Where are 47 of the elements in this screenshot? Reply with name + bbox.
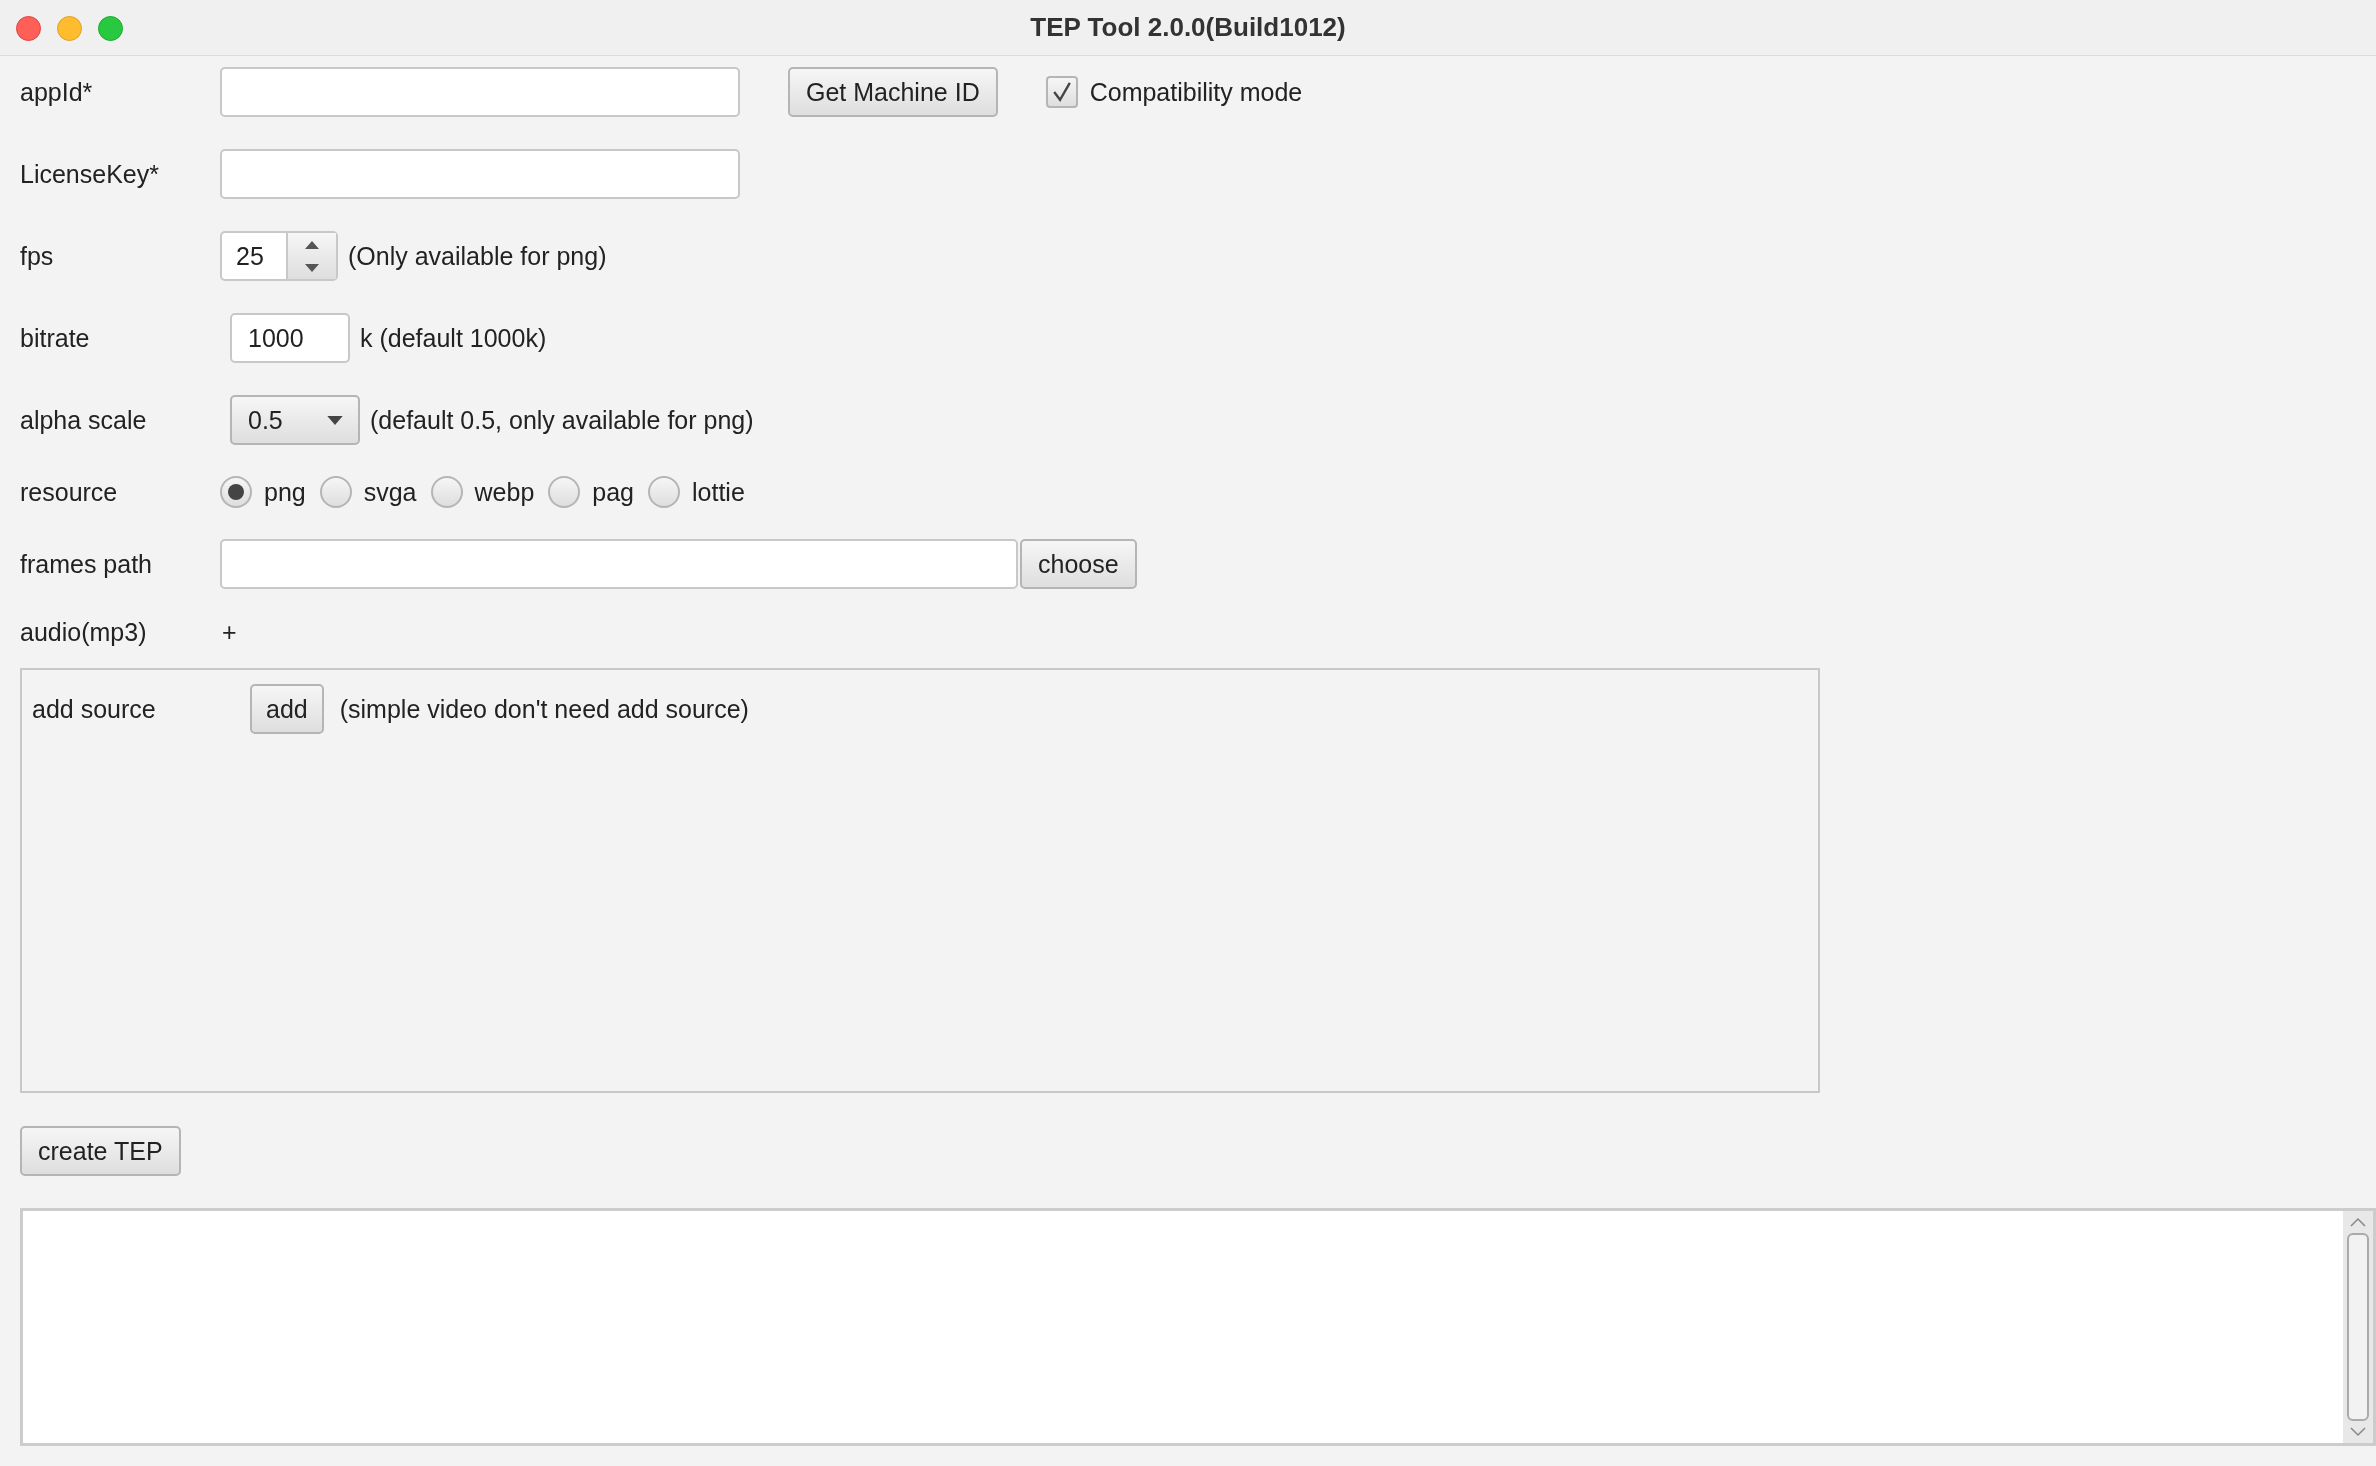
hint-text: k (default 1000k) — [360, 323, 547, 353]
caret-icon — [326, 414, 344, 426]
scroll-down-icon[interactable] — [2350, 1427, 2366, 1437]
checkbox-label: Compatibility mode — [1089, 77, 1303, 107]
field-label: bitrate — [20, 323, 91, 353]
checkbox[interactable] — [1045, 76, 1078, 108]
radio-option[interactable]: lottie — [648, 476, 745, 508]
radio-button[interactable] — [220, 476, 252, 508]
field-label: frames path — [20, 549, 153, 579]
field-label: appId* — [20, 77, 94, 107]
radio-button[interactable] — [548, 476, 581, 508]
hint-text: (simple video don't need add source) — [339, 694, 749, 724]
create-tep-button[interactable]: create TEP — [20, 1126, 181, 1176]
close-icon[interactable] — [16, 16, 41, 41]
up-arrow-icon[interactable] — [304, 239, 320, 250]
radio-option[interactable]: pag — [548, 476, 634, 508]
minimize-icon[interactable] — [57, 16, 82, 41]
zoom-icon[interactable] — [98, 16, 123, 41]
field-label: add source — [32, 694, 157, 724]
input-field[interactable] — [220, 67, 740, 117]
dropdown[interactable]: 0.5 — [230, 395, 360, 445]
field-label: fps — [20, 241, 55, 271]
radio-button[interactable] — [648, 476, 680, 508]
choose-button[interactable]: choose — [1020, 539, 1137, 589]
field-label: LicenseKey* — [20, 159, 160, 189]
input-field[interactable]: 1000 — [230, 313, 350, 363]
scrollbar[interactable] — [2343, 1211, 2373, 1443]
input-field[interactable] — [220, 149, 740, 199]
field-label: resource — [20, 477, 119, 507]
radio-button[interactable] — [430, 476, 463, 508]
radio-button[interactable] — [319, 476, 352, 508]
radio-option[interactable]: svga — [319, 476, 417, 508]
input-field[interactable] — [220, 539, 1018, 589]
get-machine-id-button[interactable]: Get Machine ID — [788, 67, 998, 117]
hint-text: (default 0.5, only available for png) — [370, 405, 754, 435]
scrollbar-thumb[interactable] — [2347, 1233, 2369, 1421]
field-label: alpha scale — [20, 405, 148, 435]
add-audio-link[interactable]: + — [222, 617, 237, 647]
radio-option[interactable]: webp — [430, 476, 535, 508]
number-spinner[interactable]: 25 — [220, 231, 338, 281]
field-label: audio(mp3) — [20, 617, 148, 647]
radio-option[interactable]: png — [220, 476, 306, 508]
add-button[interactable]: add — [250, 684, 324, 734]
window-title: TEP Tool 2.0.0(Build1012) — [1030, 12, 1346, 43]
down-arrow-icon[interactable] — [304, 262, 320, 273]
hint-text: (Only available for png) — [348, 241, 607, 271]
scroll-up-icon[interactable] — [2350, 1217, 2366, 1227]
